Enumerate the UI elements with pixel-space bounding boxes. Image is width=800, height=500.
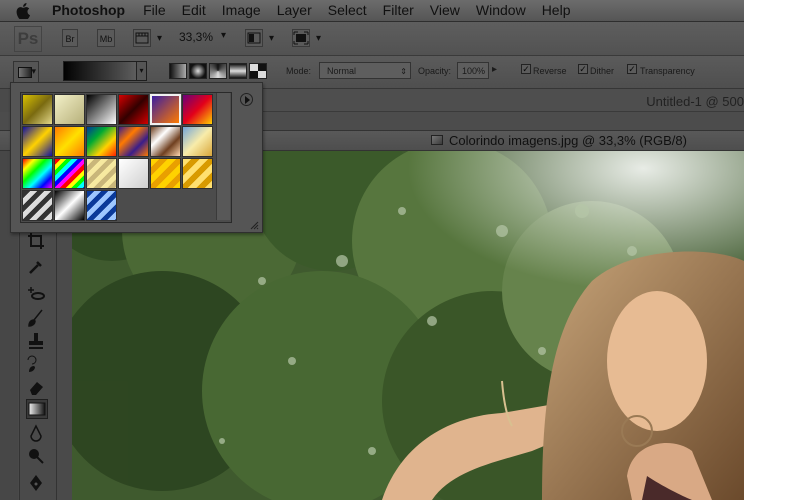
menu-view[interactable]: View <box>422 0 468 21</box>
opacity-input[interactable]: 100% <box>457 62 489 79</box>
photoshop-logo: Ps <box>14 26 42 52</box>
menu-layer[interactable]: Layer <box>269 0 320 21</box>
menu-image[interactable]: Image <box>214 0 269 21</box>
linear-gradient-button[interactable] <box>169 63 187 79</box>
gradient-tool-icon <box>18 67 32 78</box>
gradient-swatch[interactable] <box>86 158 117 189</box>
untitled-document-tab[interactable]: Untitled-1 @ 500 <box>646 94 744 109</box>
gradient-swatch[interactable] <box>86 190 117 221</box>
bridge-button[interactable]: Br <box>62 29 78 47</box>
opacity-label: Opacity: <box>418 66 452 76</box>
gradient-swatch[interactable] <box>118 126 149 157</box>
pen-tool[interactable] <box>26 473 48 493</box>
eraser-icon <box>30 382 43 395</box>
gradient-icon <box>28 402 46 416</box>
radial-gradient-button[interactable] <box>189 63 207 79</box>
gradient-swatch[interactable] <box>22 190 53 221</box>
spot-healing-icon <box>28 287 45 300</box>
clone-stamp-tool[interactable] <box>26 331 48 351</box>
angle-gradient-button[interactable] <box>209 63 227 79</box>
picker-menu-button[interactable] <box>240 93 253 106</box>
history-brush-icon <box>27 355 42 372</box>
gradient-swatch[interactable] <box>22 94 53 125</box>
dither-checkbox[interactable]: ✓ <box>578 64 588 74</box>
screen-mode-button[interactable] <box>292 29 321 48</box>
crop-tool[interactable] <box>26 231 48 251</box>
gradient-swatch[interactable] <box>118 158 149 189</box>
eraser-tool[interactable] <box>26 377 48 397</box>
history-brush-tool[interactable] <box>26 354 48 374</box>
blur-icon <box>30 424 42 442</box>
gradient-preview[interactable]: ▾ <box>63 61 147 81</box>
menu-file[interactable]: File <box>135 0 174 21</box>
menu-window[interactable]: Window <box>468 0 534 21</box>
transparency-label: Transparency <box>640 66 695 76</box>
gradient-swatch[interactable] <box>182 94 213 125</box>
gradient-dropdown-icon[interactable]: ▾ <box>136 62 146 80</box>
gradient-picker-scrollbar[interactable] <box>216 93 230 220</box>
updown-arrow-icon: ⇕ <box>400 67 407 76</box>
minibridge-button[interactable]: Mb <box>97 29 115 47</box>
menu-edit[interactable]: Edit <box>174 0 214 21</box>
menu-filter[interactable]: Filter <box>375 0 422 21</box>
gradient-swatch[interactable] <box>22 158 53 189</box>
chevron-down-icon: ▾ <box>31 66 36 76</box>
gradient-swatch[interactable] <box>86 126 117 157</box>
document-title[interactable]: Colorindo imagens.jpg @ 33,3% (RGB/8) <box>449 133 687 148</box>
gradient-swatch[interactable] <box>22 126 53 157</box>
gradient-swatch[interactable] <box>118 94 149 125</box>
mode-value: Normal <box>327 66 357 76</box>
dodge-tool[interactable] <box>26 446 48 466</box>
gradient-swatch[interactable] <box>150 158 181 189</box>
apple-icon[interactable] <box>16 2 38 19</box>
dodge-icon <box>29 449 44 464</box>
reverse-checkbox[interactable]: ✓ <box>521 64 531 74</box>
blur-tool[interactable] <box>26 424 48 444</box>
menu-app-name[interactable]: Photoshop <box>52 0 135 21</box>
dither-label: Dither <box>590 66 615 76</box>
menu-select[interactable]: Select <box>320 0 375 21</box>
view-extras-button[interactable] <box>133 29 162 48</box>
brush-tool[interactable] <box>26 308 48 328</box>
opacity-dropdown-icon[interactable]: ▸ <box>492 64 497 75</box>
gradient-swatch[interactable] <box>182 158 213 189</box>
gradient-swatch[interactable] <box>54 126 85 157</box>
image-file-icon <box>431 135 443 145</box>
gradient-swatch[interactable] <box>150 126 181 157</box>
screen-mode-icon <box>293 31 309 45</box>
brush-icon <box>28 309 43 327</box>
arrange-documents-button[interactable] <box>245 29 274 48</box>
zoom-level[interactable]: 33,3% <box>179 30 213 44</box>
gradient-swatch[interactable] <box>54 190 85 221</box>
eyedropper-icon <box>29 261 42 274</box>
eyedropper-tool[interactable] <box>26 257 48 277</box>
mode-label: Mode: <box>286 66 312 76</box>
transparency-checkbox[interactable]: ✓ <box>627 64 637 74</box>
diamond-gradient-button[interactable] <box>249 63 267 79</box>
gradient-swatch[interactable] <box>54 158 85 189</box>
opacity-value: 100% <box>462 66 486 76</box>
resize-grip-icon[interactable] <box>249 220 259 230</box>
stamp-icon <box>29 333 43 349</box>
ruler-icon <box>135 32 149 44</box>
application-bar: Ps Br Mb 33,3% ▾ <box>0 22 744 56</box>
gradient-swatch[interactable] <box>150 94 181 125</box>
zoom-dropdown-icon[interactable]: ▾ <box>221 30 226 41</box>
menu-help[interactable]: Help <box>534 0 579 21</box>
tool-preset-picker[interactable]: ▾ <box>13 61 39 83</box>
menu-bar: Photoshop File Edit Image Layer Select F… <box>0 0 744 22</box>
arrange-icon <box>247 32 261 44</box>
spot-healing-tool[interactable] <box>26 284 48 304</box>
reflected-gradient-button[interactable] <box>229 63 247 79</box>
gradient-swatch[interactable] <box>182 126 213 157</box>
gradient-tool[interactable] <box>26 399 48 419</box>
crop-icon <box>28 233 44 249</box>
gradient-swatch[interactable] <box>54 94 85 125</box>
gradient-swatch[interactable] <box>86 94 117 125</box>
gradient-preset-grid <box>20 92 232 223</box>
reverse-label: Reverse <box>533 66 567 76</box>
photoshop-window: Photoshop File Edit Image Layer Select F… <box>0 0 744 500</box>
pen-icon <box>30 475 42 491</box>
mode-select[interactable]: Normal ⇕ <box>319 62 411 79</box>
